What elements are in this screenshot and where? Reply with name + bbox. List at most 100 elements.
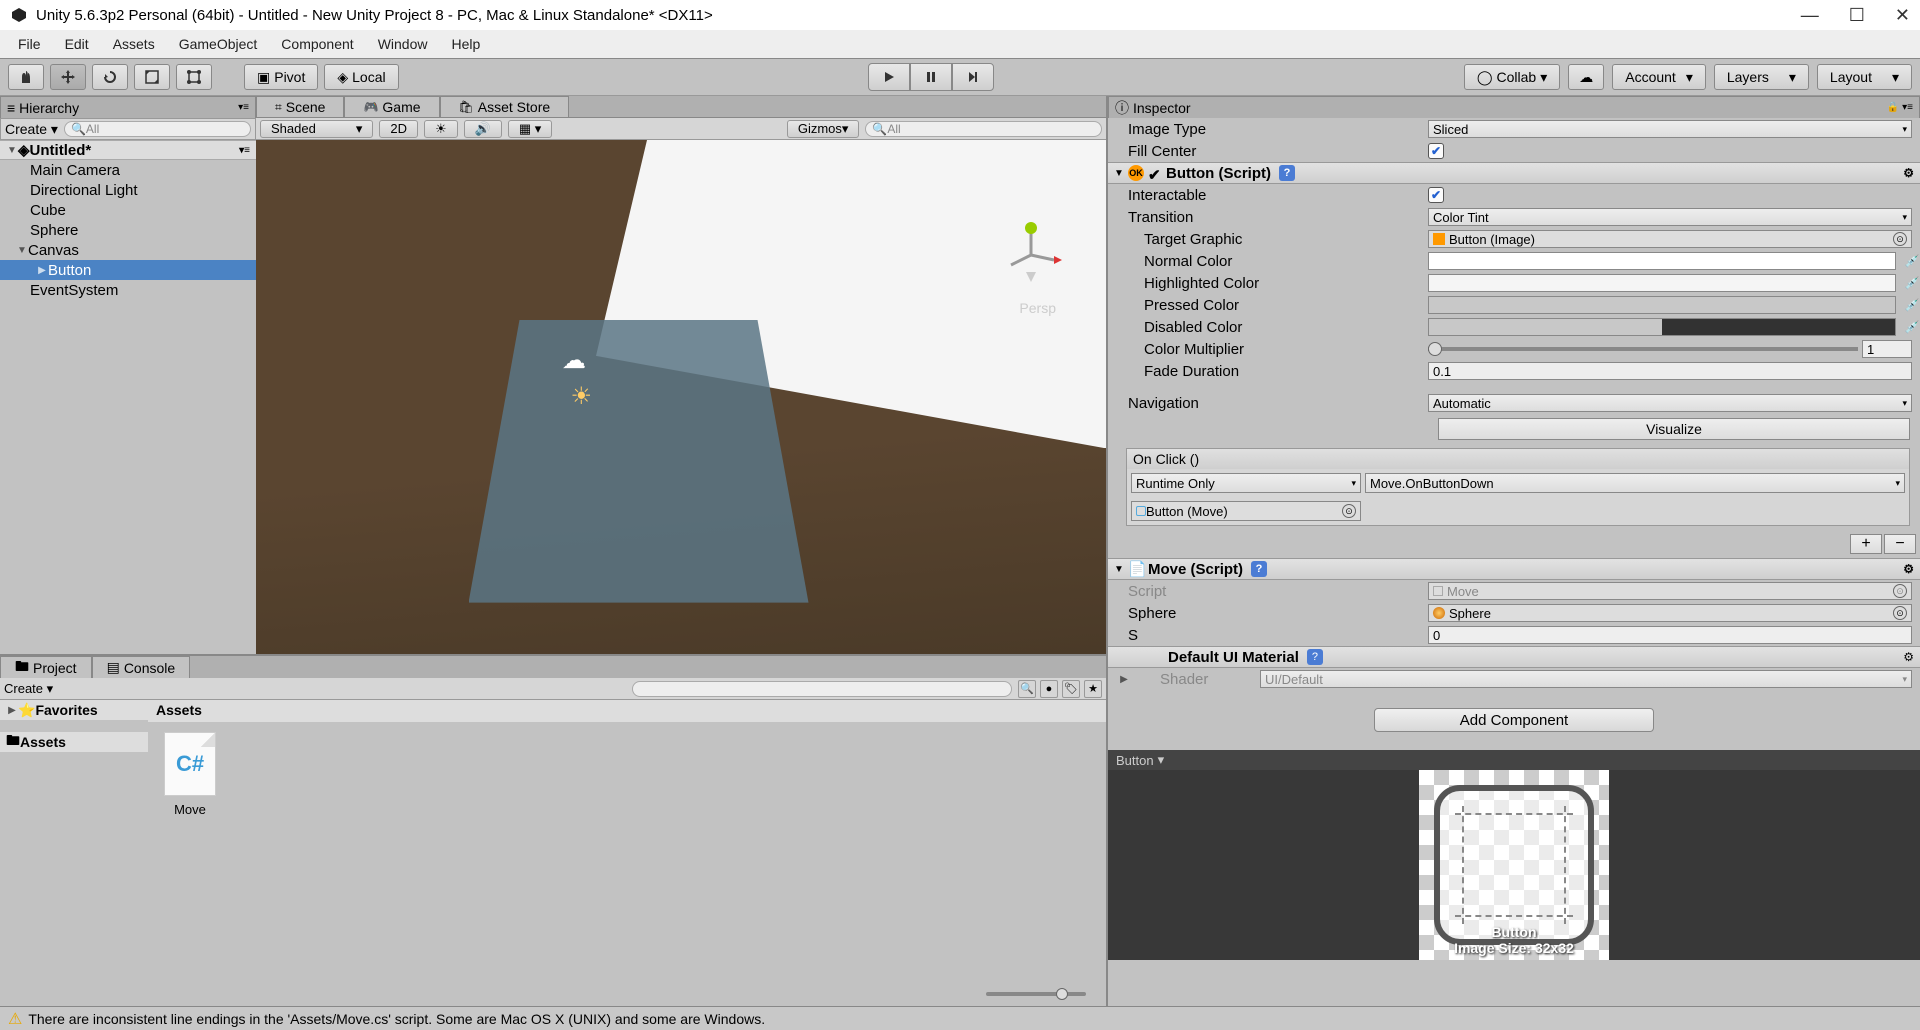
menu-window[interactable]: Window: [368, 32, 438, 56]
scale-tool[interactable]: [134, 64, 170, 90]
tab-game[interactable]: 🎮Game: [344, 96, 439, 117]
scene-viewport[interactable]: ☁ ☀ Persp: [256, 140, 1106, 654]
expand-icon[interactable]: ▶: [1118, 674, 1130, 685]
hierarchy-tree[interactable]: ▼◈ Untitled*▾≡ Main Camera Directional L…: [0, 140, 256, 654]
orientation-gizmo[interactable]: [996, 220, 1066, 290]
scene-search[interactable]: 🔍All: [865, 121, 1102, 137]
gizmos-dropdown[interactable]: Gizmos ▾: [787, 120, 860, 138]
eyedropper-icon[interactable]: 💉: [1904, 320, 1920, 334]
rotate-tool[interactable]: [92, 64, 128, 90]
2d-toggle[interactable]: 2D: [379, 120, 418, 138]
interactable-checkbox[interactable]: ✔: [1428, 187, 1444, 203]
filter-icon[interactable]: 🔍: [1018, 680, 1036, 698]
menu-gameobject[interactable]: GameObject: [169, 32, 268, 56]
cloud-button[interactable]: ☁: [1568, 64, 1604, 90]
tab-asset-store[interactable]: 🛍Asset Store: [440, 96, 570, 117]
tab-scene[interactable]: ⌗Scene: [256, 96, 344, 117]
move-tool[interactable]: [50, 64, 86, 90]
project-search[interactable]: [632, 681, 1012, 697]
hierarchy-item[interactable]: Sphere: [0, 220, 256, 240]
help-icon[interactable]: ?: [1251, 561, 1267, 577]
hierarchy-item[interactable]: Directional Light: [0, 180, 256, 200]
collab-dropdown[interactable]: ◯ Collab ▾: [1464, 64, 1560, 90]
shader-dropdown[interactable]: UI/Default: [1260, 670, 1912, 688]
shading-mode-dropdown[interactable]: Shaded ▾: [260, 120, 373, 138]
add-event-button[interactable]: +: [1850, 534, 1882, 554]
normal-color-field[interactable]: [1428, 252, 1896, 270]
hand-tool[interactable]: [8, 64, 44, 90]
gear-icon[interactable]: ⚙: [1903, 562, 1914, 576]
eyedropper-icon[interactable]: 💉: [1904, 298, 1920, 312]
menu-help[interactable]: Help: [441, 32, 490, 56]
sphere-field[interactable]: Sphere⊙: [1428, 604, 1912, 622]
button-component-header[interactable]: ▼OK ✔ Button (Script) ? ⚙: [1108, 162, 1920, 184]
move-component-header[interactable]: ▼📄 Move (Script) ? ⚙: [1108, 558, 1920, 580]
color-multiplier-slider[interactable]: [1428, 347, 1858, 351]
menu-assets[interactable]: Assets: [103, 32, 165, 56]
pause-button[interactable]: [910, 63, 952, 91]
project-tree[interactable]: ▶⭐ Favorites 🖿 Assets: [0, 700, 148, 1006]
disabled-color-field[interactable]: [1428, 318, 1896, 336]
lighting-toggle[interactable]: ☀: [424, 120, 458, 138]
callback-dropdown[interactable]: Move.OnButtonDown: [1365, 473, 1905, 493]
eyedropper-icon[interactable]: 💉: [1904, 276, 1920, 290]
local-toggle[interactable]: ◈ Local: [324, 64, 398, 90]
navigation-dropdown[interactable]: Automatic: [1428, 394, 1912, 412]
filter-type-icon[interactable]: ●: [1040, 680, 1058, 698]
onclick-target-field[interactable]: Button (Move)⊙: [1131, 501, 1361, 521]
menu-component[interactable]: Component: [271, 32, 363, 56]
maximize-button[interactable]: ☐: [1849, 5, 1865, 26]
visualize-button[interactable]: Visualize: [1438, 418, 1910, 440]
eyedropper-icon[interactable]: 💉: [1904, 254, 1920, 268]
audio-toggle[interactable]: 🔊: [464, 120, 502, 138]
close-button[interactable]: ✕: [1895, 5, 1910, 26]
pivot-toggle[interactable]: ▣ Pivot: [244, 64, 318, 90]
favorites-row[interactable]: ▶⭐ Favorites: [0, 700, 148, 720]
hierarchy-item[interactable]: Main Camera: [0, 160, 256, 180]
save-search-icon[interactable]: ★: [1084, 680, 1102, 698]
hierarchy-item[interactable]: Cube: [0, 200, 256, 220]
s-input[interactable]: [1428, 626, 1912, 644]
hierarchy-item-button[interactable]: ▶Button: [0, 260, 256, 280]
color-multiplier-input[interactable]: [1862, 340, 1912, 358]
zoom-slider[interactable]: [148, 982, 1106, 1006]
hierarchy-tab[interactable]: ≡ Hierarchy ▾≡: [0, 96, 256, 118]
tab-project[interactable]: 🖿Project: [0, 656, 92, 678]
gear-icon[interactable]: ⚙: [1903, 650, 1914, 664]
panel-menu-icon[interactable]: 🔒 ▾≡: [1887, 102, 1913, 113]
create-dropdown[interactable]: Create ▾: [5, 121, 58, 138]
filter-label-icon[interactable]: 🏷: [1062, 680, 1080, 698]
project-grid[interactable]: C# Move: [148, 722, 1106, 982]
account-dropdown[interactable]: Account ▾: [1612, 64, 1706, 90]
asset-item-move[interactable]: C# Move: [158, 732, 222, 817]
gear-icon[interactable]: ⚙: [1903, 166, 1914, 180]
transition-dropdown[interactable]: Color Tint: [1428, 208, 1912, 226]
minimize-button[interactable]: —: [1801, 5, 1819, 26]
fade-duration-input[interactable]: [1428, 362, 1912, 380]
help-icon[interactable]: ?: [1307, 649, 1323, 665]
image-type-dropdown[interactable]: Sliced: [1428, 120, 1912, 138]
runtime-dropdown[interactable]: Runtime Only: [1131, 473, 1361, 493]
menu-file[interactable]: File: [8, 32, 51, 56]
highlighted-color-field[interactable]: [1428, 274, 1896, 292]
fx-toggle[interactable]: ▦ ▾: [508, 120, 552, 138]
hierarchy-search[interactable]: 🔍All: [64, 121, 251, 137]
preview-header[interactable]: Button ▾: [1108, 750, 1920, 770]
step-button[interactable]: [952, 63, 994, 91]
fill-center-checkbox[interactable]: ✔: [1428, 143, 1444, 159]
layout-dropdown[interactable]: Layout ▾: [1817, 64, 1912, 90]
help-icon[interactable]: ?: [1279, 165, 1295, 181]
project-breadcrumb[interactable]: Assets: [148, 700, 1106, 722]
panel-menu-icon[interactable]: ▾≡: [238, 102, 249, 113]
pressed-color-field[interactable]: [1428, 296, 1896, 314]
project-create-dropdown[interactable]: Create ▾: [4, 681, 53, 697]
rect-tool[interactable]: [176, 64, 212, 90]
inspector-tab[interactable]: ⓘ Inspector 🔒 ▾≡: [1108, 96, 1920, 118]
target-graphic-field[interactable]: Button (Image)⊙: [1428, 230, 1912, 248]
assets-row[interactable]: 🖿 Assets: [0, 732, 148, 752]
play-button[interactable]: [868, 63, 910, 91]
menu-edit[interactable]: Edit: [55, 32, 99, 56]
hierarchy-item-canvas[interactable]: ▼Canvas: [0, 240, 256, 260]
hierarchy-item[interactable]: EventSystem: [0, 280, 256, 300]
tab-console[interactable]: ▤Console: [92, 656, 191, 678]
